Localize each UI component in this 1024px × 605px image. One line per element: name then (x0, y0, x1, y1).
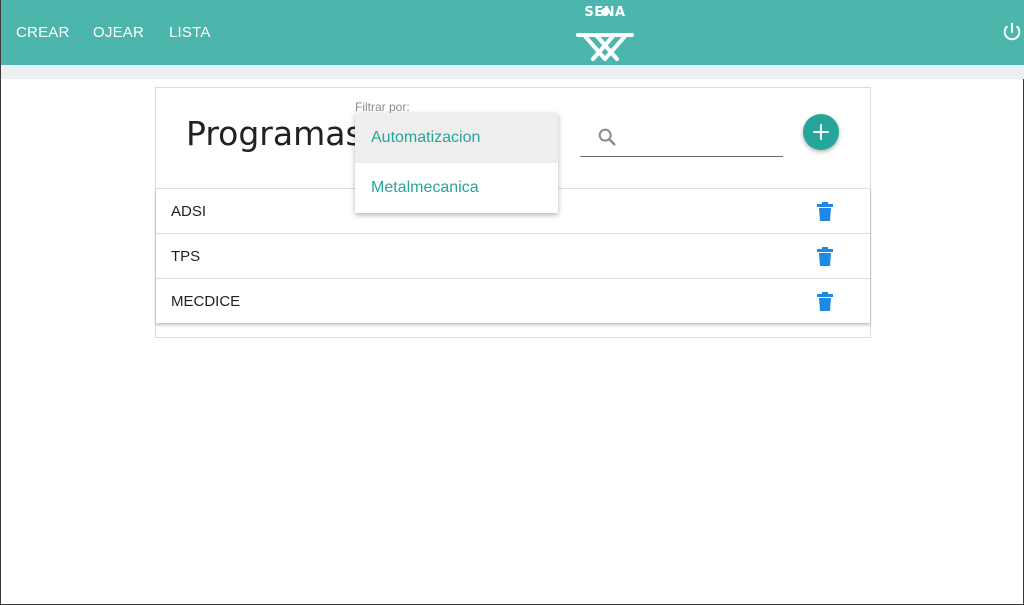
trash-icon[interactable] (816, 201, 834, 223)
top-navbar: CREAR OJEAR LISTA SENA (1, 0, 1024, 65)
program-name: ADSI (171, 203, 207, 220)
search-input[interactable] (626, 124, 776, 150)
nav-item-crear[interactable]: CREAR (16, 24, 70, 41)
power-icon[interactable] (1001, 21, 1023, 43)
filter-dropdown-menu: Automatizacion Metalmecanica (355, 113, 558, 213)
search-field[interactable] (580, 118, 783, 157)
list-item[interactable]: MECDICE (156, 278, 870, 323)
program-name: TPS (171, 248, 201, 265)
program-name: MECDICE (171, 293, 241, 310)
trash-icon[interactable] (816, 246, 834, 268)
search-icon (596, 126, 618, 148)
filter-option-automatizacion[interactable]: Automatizacion (355, 113, 558, 163)
nav-item-ojear[interactable]: OJEAR (93, 24, 144, 41)
subheader-strip (1, 65, 1024, 79)
sena-logo[interactable]: SENA (576, 5, 634, 63)
nav-item-lista[interactable]: LISTA (169, 24, 211, 41)
page-title: Programas (186, 114, 363, 153)
logo-text: SENA (584, 5, 626, 20)
list-item[interactable]: TPS (156, 233, 870, 278)
trash-icon[interactable] (816, 291, 834, 313)
filter-label: Filtrar por: (355, 100, 410, 114)
add-program-button[interactable] (803, 114, 839, 150)
filter-option-metalmecanica[interactable]: Metalmecanica (355, 163, 558, 213)
plus-icon (813, 124, 829, 140)
